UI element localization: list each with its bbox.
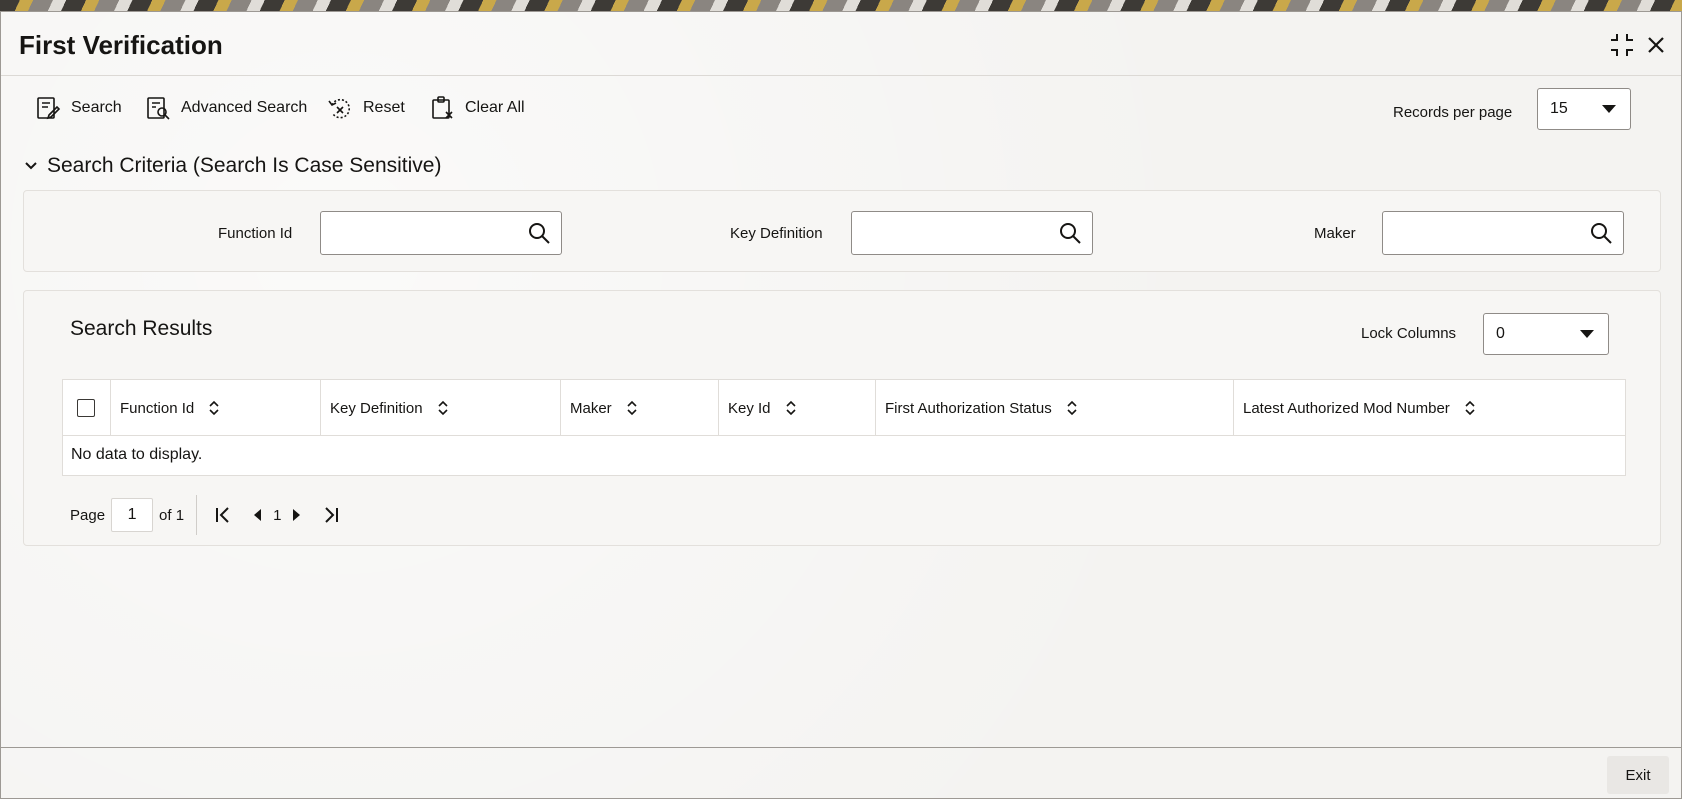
column-header-key-id[interactable]: Key Id <box>719 380 876 436</box>
column-label: First Authorization Status <box>885 399 1052 417</box>
sort-icon <box>1465 400 1475 416</box>
first-verification-window: First Verification Search Advanced Searc… <box>0 11 1682 799</box>
maker-input[interactable] <box>1391 212 1581 252</box>
previous-page-button[interactable] <box>243 501 271 529</box>
records-per-page-value: 15 <box>1550 100 1568 117</box>
column-label: Function Id <box>120 399 195 417</box>
maker-label: Maker <box>1314 225 1356 242</box>
column-header-maker[interactable]: Maker <box>561 380 719 436</box>
column-label: Key Definition <box>330 399 423 417</box>
top-decorative-strip <box>0 0 1682 11</box>
empty-table-message: No data to display. <box>71 446 203 463</box>
results-table: Function Id Key Definition Maker Key Id … <box>62 379 1626 476</box>
key-definition-input[interactable] <box>860 212 1050 252</box>
pager-divider <box>196 495 198 535</box>
chevron-down-icon <box>25 162 37 170</box>
clipboard-clear-icon <box>432 96 453 119</box>
caret-right-icon <box>293 509 301 521</box>
search-icon[interactable] <box>1589 221 1613 245</box>
search-criteria-panel: Function Id Key Definition Maker <box>23 190 1661 272</box>
advanced-search-icon <box>147 97 170 120</box>
advanced-search-button-label: Advanced Search <box>181 99 308 116</box>
current-page-number[interactable]: 1 <box>273 507 281 524</box>
search-results-heading: Search Results <box>70 317 213 340</box>
key-definition-field[interactable] <box>851 211 1093 255</box>
reset-button[interactable]: Reset <box>327 88 405 128</box>
exit-button[interactable]: Exit <box>1607 756 1669 794</box>
records-per-page-select[interactable]: 15 <box>1537 88 1631 130</box>
maker-field[interactable] <box>1382 211 1624 255</box>
column-header-function-id[interactable]: Function Id <box>111 380 321 436</box>
column-label: Maker <box>570 399 612 417</box>
sort-icon <box>1067 400 1077 416</box>
clear-all-button[interactable]: Clear All <box>429 88 525 128</box>
page-title: First Verification <box>19 30 223 60</box>
page-total-label: of 1 <box>159 506 185 524</box>
select-all-cell <box>63 380 111 436</box>
page-number-input[interactable]: 1 <box>111 498 154 532</box>
function-id-field[interactable] <box>320 211 562 255</box>
lock-columns-label: Lock Columns <box>1361 325 1457 342</box>
function-id-input[interactable] <box>329 212 519 252</box>
sort-icon <box>627 400 637 416</box>
pagination: Page 1 of 1 1 <box>70 495 345 535</box>
dropdown-caret-icon <box>1602 105 1616 113</box>
last-page-button[interactable] <box>317 501 345 529</box>
title-bar: First Verification <box>1 12 1681 76</box>
search-results-panel: Search Results Lock Columns 0 Function I… <box>23 290 1661 546</box>
column-label: Key Id <box>728 399 771 417</box>
function-id-label: Function Id <box>218 225 293 242</box>
lock-columns-value: 0 <box>1496 325 1505 342</box>
column-header-latest-authorized-mod-number[interactable]: Latest Authorized Mod Number <box>1234 380 1625 436</box>
reset-button-label: Reset <box>363 99 405 116</box>
sort-icon <box>437 400 448 416</box>
lock-columns-select[interactable]: 0 <box>1483 313 1609 355</box>
key-definition-label: Key Definition <box>730 225 823 242</box>
search-icon[interactable] <box>527 221 551 245</box>
next-page-button[interactable] <box>283 501 311 529</box>
close-window-button[interactable] <box>1641 30 1671 60</box>
minimize-window-button[interactable] <box>1607 30 1637 60</box>
reset-icon <box>328 98 351 119</box>
search-criteria-heading: Search Criteria (Search Is Case Sensitiv… <box>47 154 442 177</box>
search-button-label: Search <box>71 99 122 116</box>
column-header-key-definition[interactable]: Key Definition <box>321 380 561 436</box>
records-per-page-label: Records per page <box>1393 104 1513 121</box>
search-icon[interactable] <box>1058 221 1082 245</box>
column-label: Latest Authorized Mod Number <box>1243 399 1450 417</box>
table-header: Function Id Key Definition Maker Key Id … <box>63 380 1625 436</box>
search-form-icon <box>37 97 61 120</box>
column-header-first-authorization-status[interactable]: First Authorization Status <box>876 380 1234 436</box>
page-label: Page <box>70 506 106 524</box>
collapse-icon <box>1611 34 1633 56</box>
advanced-search-button[interactable]: Advanced Search <box>145 88 307 128</box>
select-all-checkbox[interactable] <box>77 399 95 417</box>
clear-all-button-label: Clear All <box>465 99 525 116</box>
close-icon <box>1648 37 1664 53</box>
first-page-icon <box>216 507 229 523</box>
sort-icon <box>785 400 796 416</box>
sort-icon <box>209 400 219 416</box>
search-criteria-toggle[interactable]: Search Criteria (Search Is Case Sensitiv… <box>23 154 441 178</box>
first-page-button[interactable] <box>209 501 237 529</box>
caret-left-icon <box>254 509 262 521</box>
search-button[interactable]: Search <box>35 88 122 128</box>
dropdown-caret-icon <box>1580 330 1594 338</box>
last-page-icon <box>325 507 339 523</box>
footer-bar: Exit <box>1 747 1681 799</box>
